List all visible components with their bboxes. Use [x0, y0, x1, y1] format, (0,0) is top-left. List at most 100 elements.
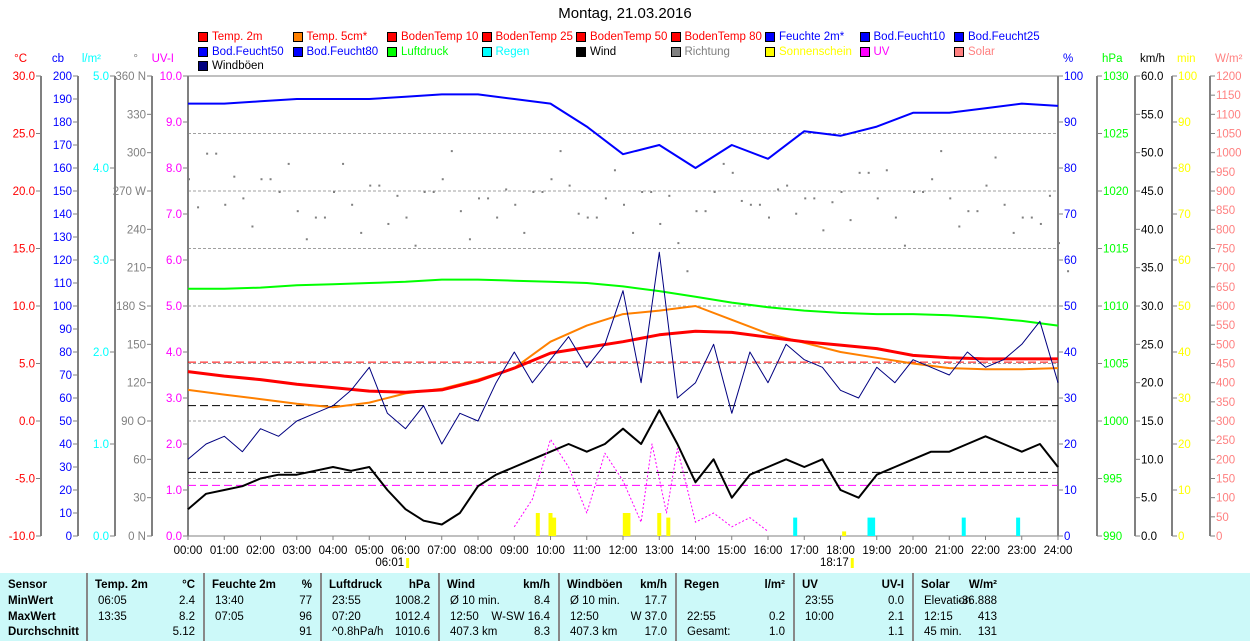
axis-tick-label: 130	[53, 232, 72, 244]
direction-dot	[432, 191, 435, 193]
axis-tick-label: 20	[59, 485, 72, 497]
weather-chart: °C -10.0 -5.0 0.0 5.0 10.0 15.0 20.0 25.0 30.0 cb 0…	[9, 53, 1243, 569]
table-cell: MaxWert	[8, 611, 56, 623]
axis-tick-label: 300	[127, 148, 146, 160]
direction-dot	[967, 210, 970, 213]
table-cell: l/m²	[764, 579, 785, 591]
table-cell: 0.0	[888, 595, 904, 607]
direction-dot	[641, 191, 644, 193]
axis-tick-label: 120	[127, 378, 146, 390]
axis-unit-label: km/h	[1140, 53, 1165, 65]
direction-dot	[568, 184, 571, 187]
direction-dot	[396, 194, 399, 197]
axis-tick-label: 100	[1178, 71, 1197, 83]
axis-tick-label: 50	[1216, 512, 1229, 524]
direction-dot	[333, 191, 335, 193]
regen-bar	[793, 517, 798, 536]
direction-dot	[876, 197, 879, 200]
direction-dot	[740, 199, 743, 202]
x-tick-label: 17:00	[790, 545, 819, 557]
direction-dot	[1048, 194, 1051, 197]
sunset-label: 18:17	[820, 557, 849, 569]
regen-bar	[1016, 517, 1021, 536]
regen-bar	[867, 517, 872, 536]
axis-tick-label: 80	[1064, 163, 1077, 175]
direction-dot	[215, 152, 218, 155]
regen-bar	[961, 517, 966, 536]
direction-dot	[478, 197, 480, 200]
sunrise-marker	[406, 558, 410, 568]
axis-tick-label: 10.0	[1141, 454, 1163, 466]
direction-dot	[260, 178, 263, 181]
axis-tick-label: 0	[1216, 531, 1222, 543]
axis-tick-label: 50	[1064, 301, 1077, 313]
axis-tick-label: 1000	[1216, 148, 1242, 160]
table-cell: Solar	[921, 579, 950, 591]
axis-tick-label: 45.0	[1141, 186, 1163, 198]
axis-tick-label: 700	[1216, 263, 1235, 275]
direction-dot	[351, 203, 354, 206]
direction-dot	[387, 222, 390, 225]
axis-tick-label: 25.0	[1141, 339, 1163, 351]
table-cell: 12:15	[924, 611, 953, 623]
direction-dot	[894, 216, 897, 219]
axis-tick-label: 1015	[1103, 244, 1129, 256]
direction-dot	[369, 184, 372, 187]
axis-tick-label: 1030	[1103, 71, 1129, 83]
axis-tick-label: 1025	[1103, 129, 1129, 141]
sonnenschein-bar	[657, 513, 662, 536]
axis-tick-label: 60	[1064, 255, 1077, 267]
table-row-labels: Sensor MinWert MaxWert Durchschnitt	[0, 573, 88, 641]
axis-unit-label: l/m²	[82, 53, 101, 65]
table-cell: Sensor	[8, 579, 47, 591]
axis-tick-label: 140	[53, 209, 72, 221]
axis-tick-label: 6.0	[166, 255, 182, 267]
table-cell: 8.4	[534, 595, 550, 607]
table-cell: W-SW 16.4	[491, 611, 550, 623]
axis-tick-label: 0	[66, 531, 72, 543]
direction-dot	[940, 150, 943, 153]
axis-tick-label: 550	[1216, 320, 1235, 332]
table-cell: Ø 10 min.	[570, 595, 620, 607]
x-tick-label: 20:00	[899, 545, 928, 557]
axis-tick-label: -10.0	[9, 531, 35, 543]
axis-tick-label: 10.0	[160, 71, 182, 83]
axis-tick-label: 60	[133, 454, 146, 466]
sonnenschein-bar	[626, 513, 631, 536]
table-cell: 22:55	[687, 611, 716, 623]
table-cell: Temp. 2m	[95, 579, 148, 591]
direction-dot	[323, 216, 326, 219]
axis-tick-label: 10	[1178, 485, 1191, 497]
table-cell: W/m²	[968, 579, 997, 591]
axis-tick-label: 60	[59, 393, 72, 405]
axis-tick-label: 35.0	[1141, 263, 1163, 275]
direction-dot	[559, 150, 562, 153]
axis-tick-label: 800	[1216, 224, 1235, 236]
axis-tick-label: 15.0	[13, 244, 35, 256]
table-column-windb-en: Windböen km/h Ø 10 min. 17.7 12:50 W 37.0 407.…	[560, 573, 677, 641]
axis-tick-label: 850	[1216, 205, 1235, 217]
axis-tick-label: 350	[1216, 397, 1235, 409]
direction-dot	[378, 184, 381, 187]
axis-tick-label: 30	[133, 493, 146, 505]
axis-tick-label: 160	[53, 163, 72, 175]
table-column-uv: UV UV-I 23:55 0.0 10:00 2.1 1.1	[795, 573, 914, 641]
direction-dot	[985, 184, 988, 187]
direction-dot	[731, 171, 734, 174]
axis-tick-label: 995	[1103, 474, 1122, 486]
table-cell: %	[301, 579, 312, 591]
axis-tick-label: 150	[53, 186, 72, 198]
regen-bar	[871, 517, 876, 536]
direction-dot	[414, 244, 417, 247]
direction-dot	[867, 171, 870, 174]
axis-tick-label: 500	[1216, 339, 1235, 351]
direction-dot	[206, 152, 209, 155]
table-cell: Ø 10 min.	[450, 595, 500, 607]
axis-tick-label: 150	[127, 339, 146, 351]
direction-dot	[804, 197, 807, 200]
x-tick-label: 09:00	[500, 545, 529, 557]
direction-dot	[459, 210, 462, 213]
sunset-marker	[850, 558, 854, 568]
table-cell: 2.1	[888, 611, 904, 623]
direction-dot	[777, 188, 780, 191]
